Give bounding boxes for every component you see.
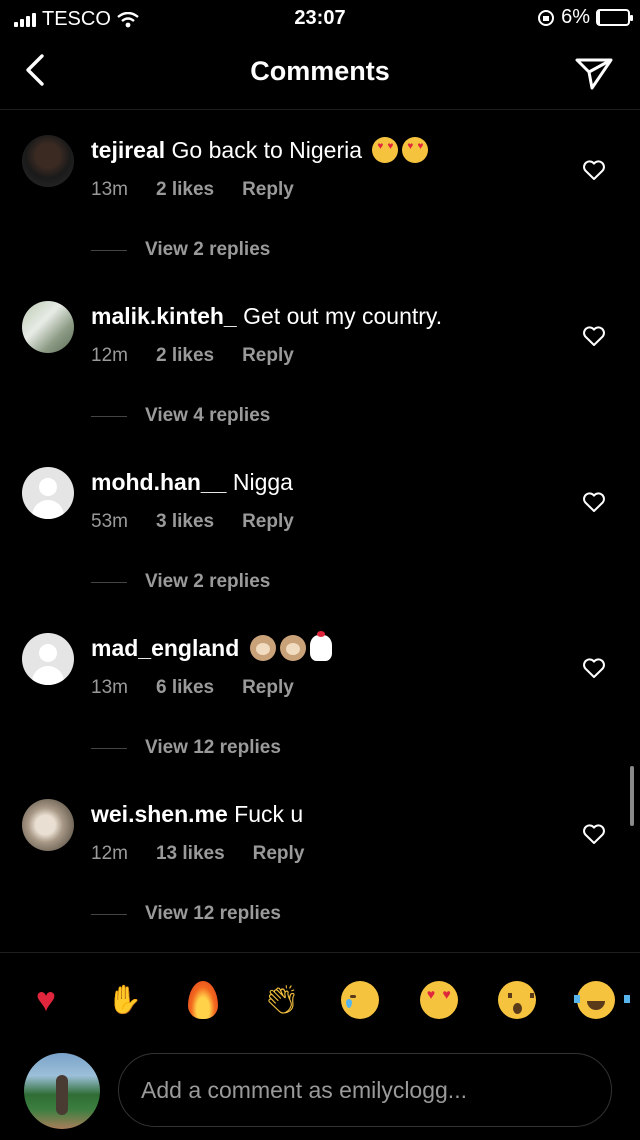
comment-text: malik.kinteh_ Get out my country. — [91, 303, 442, 330]
reply-button[interactable]: Reply — [242, 345, 294, 367]
status-right: 6% — [537, 6, 633, 29]
comment-text: tejireal Go back to Nigeria — [91, 137, 429, 164]
divider-line — [91, 581, 127, 583]
monkey-emoji-icon — [249, 635, 276, 661]
reply-button[interactable]: Reply — [242, 179, 294, 201]
avatar[interactable] — [22, 467, 74, 519]
comment-meta: 13m 2 likes Reply — [91, 179, 294, 201]
comment-likes[interactable]: 2 likes — [156, 179, 214, 201]
paper-plane-icon[interactable] — [574, 52, 614, 92]
comment-likes[interactable]: 2 likes — [156, 345, 214, 367]
clapping-hands-icon[interactable]: 👏︎ — [262, 980, 302, 1020]
heart-outline-icon[interactable] — [582, 159, 606, 181]
comment-body: Get out my country. — [243, 303, 443, 329]
avatar[interactable] — [22, 799, 74, 851]
view-replies-button[interactable]: View 2 replies — [91, 571, 270, 593]
comment-meta: 53m 3 likes Reply — [91, 511, 294, 533]
view-replies-label: View 12 replies — [145, 903, 281, 924]
heart-outline-icon[interactable] — [582, 491, 606, 513]
comment-meta: 12m 13 likes Reply — [91, 843, 304, 865]
divider-line — [91, 249, 127, 251]
monkey-emoji-icon — [279, 635, 306, 661]
comment-time: 53m — [91, 511, 128, 532]
view-replies-label: View 12 replies — [145, 737, 281, 758]
comment-time: 12m — [91, 843, 128, 864]
comment-time: 13m — [91, 677, 128, 698]
avatar[interactable] — [22, 633, 74, 685]
heart-eyes-emoji-icon — [402, 137, 429, 163]
comment-item: mad_england 13m 6 likes Reply View 12 re… — [0, 609, 640, 775]
orientation-lock-icon — [538, 9, 555, 26]
red-heart-icon[interactable]: ♥ — [26, 980, 66, 1020]
reply-button[interactable]: Reply — [242, 677, 294, 699]
divider-line — [91, 913, 127, 915]
fire-icon[interactable] — [183, 980, 223, 1020]
tears-of-joy-face-icon[interactable] — [573, 980, 630, 1020]
battery-percent: 6% — [561, 6, 590, 28]
view-replies-label: View 2 replies — [145, 571, 271, 592]
raising-hands-icon[interactable]: ✋ — [105, 980, 145, 1020]
heart-outline-icon[interactable] — [582, 325, 606, 347]
comment-text: wei.shen.me Fuck u — [91, 801, 303, 828]
comment-item: malik.kinteh_ Get out my country. 12m 2 … — [0, 277, 640, 443]
open-mouth-face-icon[interactable] — [497, 980, 537, 1020]
comment-body: Nigga — [232, 469, 293, 495]
comment-time: 13m — [91, 179, 128, 200]
view-replies-label: View 2 replies — [145, 239, 271, 260]
view-replies-button[interactable]: View 12 replies — [91, 903, 281, 925]
comment-body: Fuck u — [234, 801, 304, 827]
comment-meta: 12m 2 likes Reply — [91, 345, 294, 367]
reply-button[interactable]: Reply — [242, 511, 294, 533]
crying-face-icon[interactable] — [340, 980, 380, 1020]
comment-username[interactable]: mad_england — [91, 635, 239, 661]
chicken-emoji-icon — [309, 631, 332, 661]
comments-list[interactable]: tejireal Go back to Nigeria 13m 2 likes … — [0, 111, 640, 951]
view-replies-label: View 4 replies — [145, 405, 271, 426]
comment-time: 12m — [91, 345, 128, 366]
comment-likes[interactable]: 3 likes — [156, 511, 214, 533]
view-replies-button[interactable]: View 4 replies — [91, 405, 270, 427]
battery-icon — [596, 9, 633, 26]
comment-body: Go back to Nigeria — [171, 137, 363, 163]
comment-likes[interactable]: 13 likes — [156, 843, 225, 865]
comment-input[interactable] — [118, 1053, 612, 1127]
status-bar: TESCO 23:07 6% — [0, 0, 640, 36]
comment-username[interactable]: mohd.han__ — [91, 469, 226, 495]
heart-outline-icon[interactable] — [582, 823, 606, 845]
comment-username[interactable]: tejireal — [91, 137, 165, 163]
heart-eyes-face-icon[interactable] — [419, 980, 459, 1020]
reply-button[interactable]: Reply — [253, 843, 305, 865]
heart-eyes-emoji-icon — [372, 137, 399, 163]
comment-likes[interactable]: 6 likes — [156, 677, 214, 699]
battery-level — [598, 11, 600, 24]
avatar[interactable] — [22, 301, 74, 353]
comment-username[interactable]: malik.kinteh_ — [91, 303, 237, 329]
avatar[interactable] — [22, 135, 74, 187]
scrollbar[interactable] — [630, 766, 634, 826]
emoji-quick-bar: ♥ ✋ 👏︎ — [26, 975, 630, 1025]
comment-item: wei.shen.me Fuck u 12m 13 likes Reply Vi… — [0, 775, 640, 941]
divider-line — [91, 747, 127, 749]
header: Comments — [0, 36, 640, 110]
comment-username[interactable]: wei.shen.me — [91, 801, 228, 827]
view-replies-button[interactable]: View 12 replies — [91, 737, 281, 759]
comment-text: mad_england — [91, 631, 332, 662]
comment-composer: ♥ ✋ 👏︎ — [0, 952, 640, 1140]
divider-line — [91, 415, 127, 417]
view-replies-button[interactable]: View 2 replies — [91, 239, 270, 261]
page-title: Comments — [250, 56, 390, 86]
current-user-avatar — [24, 1053, 100, 1129]
heart-outline-icon[interactable] — [582, 657, 606, 679]
comment-meta: 13m 6 likes Reply — [91, 677, 294, 699]
comment-item: tejireal Go back to Nigeria 13m 2 likes … — [0, 111, 640, 277]
comment-item: mohd.han__ Nigga 53m 3 likes Reply View … — [0, 443, 640, 609]
comment-text: mohd.han__ Nigga — [91, 469, 293, 496]
